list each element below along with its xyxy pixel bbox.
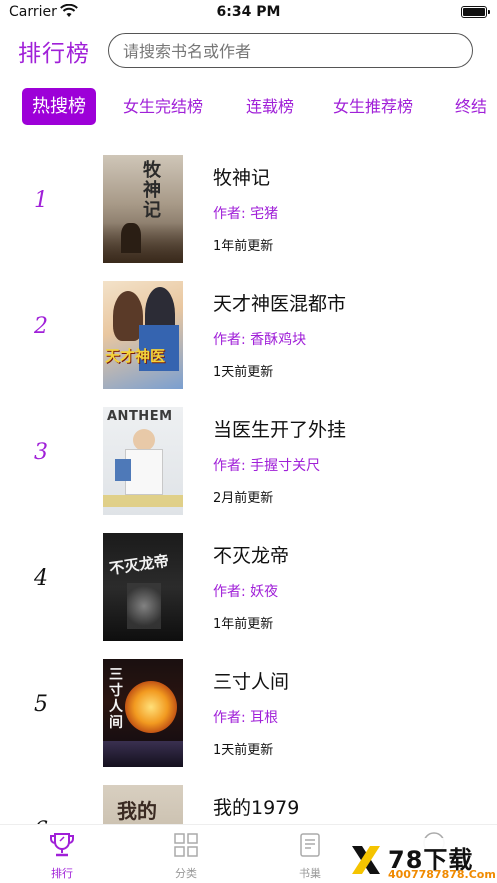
book-update-time: 2月前更新 [213,491,274,506]
book-cover: 不灭龙帝 [103,533,183,641]
cover-title: 天才神医 [105,347,166,365]
book-author: 作者: 宅猪 [213,206,279,222]
rank-number: 2 [34,314,48,339]
tab-hot-search[interactable]: 热搜榜 [22,88,96,125]
cover-title: 牧神记 [143,160,161,221]
clock: 6:34 PM [216,4,281,20]
tabbar-item-ranking[interactable]: 排行 [27,831,97,881]
book-update-time: 1天前更新 [213,743,274,758]
tab-serializing[interactable]: 连载榜 [246,88,294,125]
book-item[interactable]: 3 ANTHEM 当医生开了外挂 作者: 手握寸关尺 2月前更新 [0,398,497,524]
rank-number: 1 [34,188,48,213]
cover-title: 三寸人间 [109,667,123,731]
book-update-time: 1年前更新 [213,239,274,254]
battery-icon [461,6,490,18]
tabbar-label: 排行 [51,867,73,880]
trophy-icon [50,833,74,857]
book-item[interactable]: 5 三寸人间 三寸人间 作者: 耳根 1天前更新 [0,650,497,776]
book-item[interactable]: 2 天才神医 天才神医混都市 作者: 香酥鸡块 1天前更新 [0,272,497,398]
rank-number: 3 [34,440,48,465]
tabbar-item-category[interactable]: 分类 [151,831,221,881]
tab-female-recommend[interactable]: 女生推荐榜 [333,88,413,125]
watermark-logo: 78下载 4007787878.Com [344,838,497,883]
cover-title: 不灭龙帝 [108,551,171,578]
book-cover: 天才神医 [103,281,183,389]
book-title: 三寸人间 [213,671,290,693]
book-item[interactable]: 4 不灭龙帝 不灭龙帝 作者: 妖夜 1年前更新 [0,524,497,650]
search-input[interactable] [123,39,453,63]
ranking-tabs: 热搜榜 女生完结榜 连载榜 女生推荐榜 终结 [0,88,497,126]
book-author: 作者: 手握寸关尺 [213,458,321,474]
book-title: 牧神记 [213,167,271,189]
watermark-url: 4007787878.Com [388,868,496,881]
book-author: 作者: 耳根 [213,710,279,726]
grid-icon [174,833,198,857]
book-title: 我的1979 [213,797,300,819]
page-title: 排行榜 [18,41,90,67]
book-author: 作者: 香酥鸡块 [213,332,307,348]
book-list: 1 牧神记 牧神记 作者: 宅猪 1年前更新 2 天才神医 天才神医混都市 作者… [0,146,497,824]
book-item[interactable]: 6 我的 我的1979 [0,776,497,824]
tabbar-item-bookshelf[interactable]: 书巢 [275,831,345,881]
tab-female-completed[interactable]: 女生完结榜 [123,88,203,125]
book-update-time: 1天前更新 [213,365,274,380]
rank-number: 4 [34,566,48,591]
rank-number: 5 [34,692,48,717]
book-author: 作者: 妖夜 [213,584,279,600]
book-icon [300,833,320,857]
cover-title: 我的 [117,799,157,823]
book-cover: 我的 [103,785,183,824]
book-item[interactable]: 1 牧神记 牧神记 作者: 宅猪 1年前更新 [0,146,497,272]
tab-finished[interactable]: 终结 [455,88,487,125]
search-box[interactable] [108,33,473,68]
book-title: 天才神医混都市 [213,293,347,315]
book-cover: 牧神记 [103,155,183,263]
tabbar-label: 分类 [175,867,197,880]
x-logo-icon [352,846,380,874]
book-title: 当医生开了外挂 [213,419,347,441]
cover-title: ANTHEM [107,409,173,424]
book-cover: 三寸人间 [103,659,183,767]
status-bar: Carrier 6:34 PM [0,0,497,24]
book-update-time: 1年前更新 [213,617,274,632]
tabbar-label: 书巢 [299,867,321,880]
book-title: 不灭龙帝 [213,545,290,567]
book-cover: ANTHEM [103,407,183,515]
